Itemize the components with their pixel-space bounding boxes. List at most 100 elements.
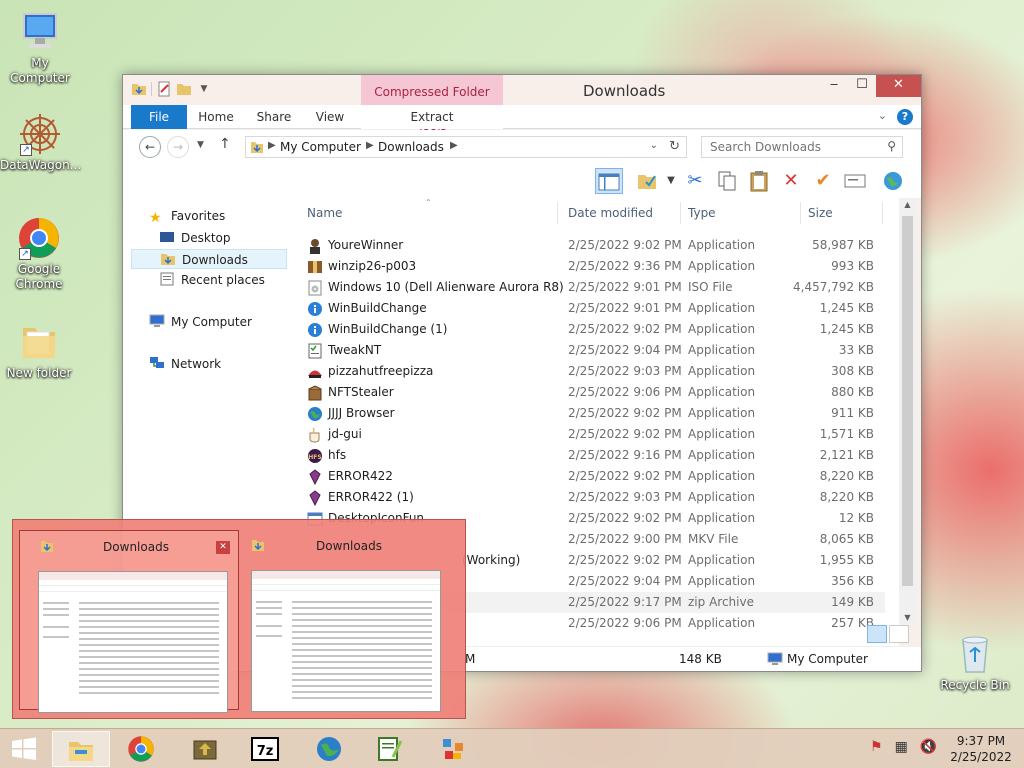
tab-extract[interactable]: Extract	[361, 105, 503, 129]
search-icon[interactable]: ⚲	[887, 139, 896, 153]
column-header-date-modified[interactable]: Date modified	[568, 202, 653, 224]
preview-window-1[interactable]: Downloads ✕	[19, 530, 239, 713]
action-center-flag-icon[interactable]: ⚑	[870, 739, 883, 755]
search-input[interactable]	[702, 137, 872, 157]
cut-button[interactable]: ✂	[681, 168, 709, 194]
table-row[interactable]: HFS hfs 2/25/2022 9:16 PM Application 2,121 …	[295, 445, 885, 466]
file-size: 993 KB	[831, 259, 874, 273]
scroll-down-icon[interactable]: ▼	[899, 613, 916, 622]
file-date-modified: 2/25/2022 9:03 PM	[568, 490, 682, 504]
maximize-button[interactable]: ☐	[848, 75, 876, 97]
column-header-type[interactable]: Type	[688, 202, 716, 224]
table-row[interactable]: winzip26-p003 2/25/2022 9:36 PM Applicatio…	[295, 256, 885, 277]
paste-button[interactable]	[745, 168, 773, 194]
desktop-icon-google-chrome[interactable]: ↗ Google Chrome	[0, 216, 79, 292]
chrome-icon	[127, 735, 155, 763]
file-size: 880 KB	[831, 385, 874, 399]
file-type: zip Archive	[688, 595, 754, 609]
copy-button[interactable]	[713, 168, 741, 194]
clock[interactable]: 9:37 PM 2/25/2022	[946, 733, 1016, 765]
table-row[interactable]: jd-gui 2/25/2022 9:02 PM Application 1,571 …	[295, 424, 885, 445]
nav-downloads[interactable]: Downloads	[131, 249, 287, 269]
table-row[interactable]: JJJJ Browser 2/25/2022 9:02 PM Application…	[295, 403, 885, 424]
desktop-icon-my-computer[interactable]: My Computer	[0, 10, 80, 86]
table-row[interactable]: TweakNT 2/25/2022 9:04 PM Application 33 KB	[295, 340, 885, 361]
properties-icon[interactable]	[156, 81, 172, 97]
taskbar-7zip[interactable]: 7z	[236, 731, 294, 767]
tab-file[interactable]: File	[131, 105, 187, 129]
table-row[interactable]: ERROR422 2/25/2022 9:02 PM Application 8,22…	[295, 466, 885, 487]
table-row[interactable]: NFTStealer 2/25/2022 9:06 PM Application 88…	[295, 382, 885, 403]
column-header-size[interactable]: Size	[808, 202, 833, 224]
desktop-icon-recycle-bin[interactable]: Recycle Bin	[935, 632, 1015, 693]
address-dropdown-icon[interactable]: ⌄	[650, 140, 658, 151]
refresh-icon[interactable]: ↻	[669, 139, 680, 154]
up-arrow-icon[interactable]: ↑	[219, 136, 231, 152]
breadcrumb-downloads[interactable]: Downloads	[378, 140, 444, 154]
delete-button[interactable]: ✕	[777, 168, 805, 194]
taskbar-file-explorer[interactable]	[52, 731, 110, 767]
taskbar-registry[interactable]	[424, 731, 482, 767]
details-view-button[interactable]	[867, 625, 887, 643]
desktop-icon-label: My Computer	[10, 56, 70, 85]
nav-favorites[interactable]: ★ Favorites	[149, 206, 225, 226]
breadcrumb-my-computer[interactable]: My Computer	[280, 140, 361, 154]
table-row[interactable]: WinBuildChange 2/25/2022 9:01 PM Applicati…	[295, 298, 885, 319]
start-button[interactable]	[10, 737, 38, 761]
file-name: WinBuildChange	[328, 301, 427, 315]
forward-button[interactable]: →	[167, 136, 189, 158]
network-icon[interactable]: ▦	[895, 739, 908, 755]
preview-close-button[interactable]: ✕	[216, 541, 230, 554]
tab-view[interactable]: View	[307, 105, 353, 129]
file-date-modified: 2/25/2022 9:01 PM	[568, 301, 682, 315]
column-header-name[interactable]: Name	[307, 202, 342, 224]
ribbon-expand-icon[interactable]: ⌄	[878, 109, 887, 125]
recent-locations-icon[interactable]: ▼	[197, 140, 204, 150]
tab-share[interactable]: Share	[251, 105, 297, 129]
tab-home[interactable]: Home	[193, 105, 239, 129]
chevron-down-icon[interactable]: ▼	[196, 81, 212, 97]
winzip-icon	[307, 259, 323, 275]
address-box[interactable]: ▶ My Computer ▶ Downloads ▶ ⌄ ↻	[245, 136, 687, 158]
crumb-separator: ▶	[366, 140, 374, 151]
preview-pane-button[interactable]	[595, 168, 623, 194]
close-button[interactable]: ✕	[876, 75, 921, 97]
folder-down-icon	[160, 252, 176, 266]
taskbar-notepad-plus[interactable]	[360, 731, 418, 767]
table-row[interactable]: WinBuildChange (1) 2/25/2022 9:02 PM Appli…	[295, 319, 885, 340]
scrollbar-thumb[interactable]	[902, 216, 913, 586]
table-row[interactable]: pizzahutfreepizza 2/25/2022 9:03 PM Applic…	[295, 361, 885, 382]
title-bar[interactable]: ▼ Compressed Folder Tools Downloads ‒ ☐ …	[123, 75, 921, 133]
file-name: WinBuildChange (1)	[328, 322, 448, 336]
gem-icon	[307, 490, 323, 507]
globe-icon[interactable]	[879, 168, 907, 194]
taskbar-installer[interactable]	[176, 731, 234, 767]
nav-desktop[interactable]: Desktop	[159, 228, 231, 248]
scroll-up-icon[interactable]: ▲	[899, 200, 916, 209]
file-type: MKV File	[688, 532, 739, 546]
nav-recent-places[interactable]: Recent places	[159, 270, 265, 290]
table-row[interactable]: YoureWinner 2/25/2022 9:02 PM Application 5…	[295, 235, 885, 256]
taskbar-chrome[interactable]	[112, 731, 170, 767]
file-type: Application	[688, 238, 756, 252]
minimize-button[interactable]: ‒	[820, 75, 848, 97]
disc-image-icon	[307, 280, 323, 296]
table-row[interactable]: ERROR422 (1) 2/25/2022 9:03 PM Application…	[295, 487, 885, 508]
rename-button[interactable]	[841, 168, 869, 194]
taskbar-globe[interactable]	[300, 731, 358, 767]
desktop-icon-new-folder[interactable]: New folder	[0, 320, 79, 381]
new-folder-icon[interactable]	[176, 81, 192, 97]
window-title: Downloads	[583, 82, 666, 100]
help-icon[interactable]: ?	[897, 109, 913, 125]
back-button[interactable]: ←	[139, 136, 161, 158]
vertical-scrollbar[interactable]: ▲ ▼	[899, 198, 916, 624]
nav-my-computer[interactable]: My Computer	[149, 312, 252, 332]
large-icons-view-button[interactable]	[889, 625, 909, 643]
preview-window-2[interactable]: Downloads	[241, 530, 461, 712]
checkmark-button[interactable]: ✔	[809, 168, 837, 194]
volume-muted-icon[interactable]: 🔇	[920, 739, 937, 755]
system-tray: ⚑ ▦ 🔇	[870, 739, 937, 755]
table-row[interactable]: Windows 10 (Dell Alienware Aurora R8) 2/2…	[295, 277, 885, 298]
desktop-icon-datawagon[interactable]: ↗ DataWagon...	[0, 112, 81, 173]
nav-network[interactable]: Network	[149, 354, 221, 374]
